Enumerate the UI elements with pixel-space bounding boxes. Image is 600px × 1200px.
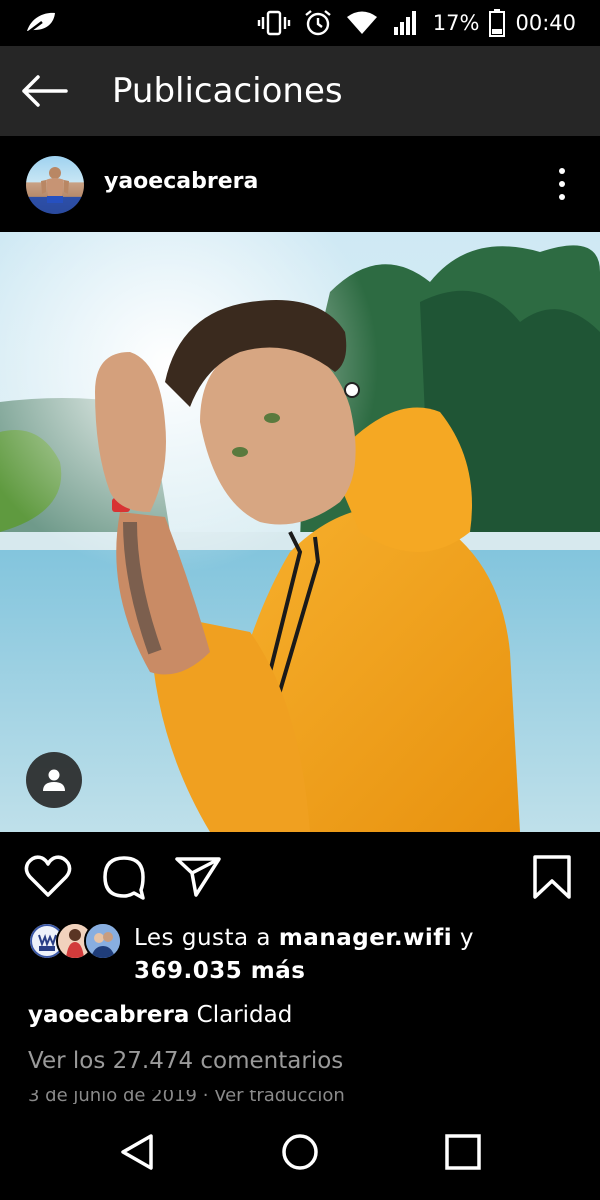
- send-icon: [175, 857, 221, 897]
- battery-percent: 17%: [432, 11, 480, 35]
- caption: yaoecabrera Claridad: [28, 998, 292, 1032]
- nav-recents-button[interactable]: [439, 1128, 487, 1176]
- avatar[interactable]: [26, 156, 84, 214]
- save-button[interactable]: [527, 852, 577, 902]
- leaf-icon: [25, 12, 55, 35]
- caption-username[interactable]: yaoecabrera: [28, 1002, 189, 1028]
- battery-icon: [489, 9, 506, 37]
- like-button[interactable]: [23, 852, 73, 902]
- more-options-button[interactable]: [552, 164, 572, 204]
- post-actions: [0, 834, 600, 920]
- square-recents-icon: [445, 1134, 481, 1170]
- more-vertical-icon: [559, 168, 565, 174]
- app-bar: Publicaciones: [0, 46, 600, 136]
- share-button[interactable]: [173, 852, 223, 902]
- person-icon: [43, 769, 65, 791]
- nav-back-button[interactable]: [113, 1128, 161, 1176]
- vibrate-icon: [257, 8, 291, 38]
- nav-home-button[interactable]: [276, 1128, 324, 1176]
- post-username[interactable]: yaoecabrera: [104, 166, 258, 198]
- system-nav-bar: [0, 1104, 600, 1200]
- post-date-row: 3 de junio de 2019 · Ver traducción: [28, 1090, 345, 1104]
- triangle-back-icon: [121, 1134, 153, 1170]
- post-header: yaoecabrera: [0, 136, 600, 232]
- clock: 00:40: [515, 11, 576, 35]
- view-comments-link[interactable]: Ver los 27.474 comentarios: [28, 1044, 343, 1078]
- post-date: 3 de junio de 2019: [28, 1090, 197, 1104]
- wifi-icon: [345, 8, 379, 38]
- likes-text: Les gusta a manager.wifi y 369.035 más: [134, 922, 574, 988]
- separator: ·: [196, 1090, 215, 1104]
- alarm-icon: [301, 8, 335, 38]
- liker-username[interactable]: manager.wifi: [279, 925, 452, 951]
- back-button[interactable]: [18, 68, 70, 114]
- likes-prefix: Les gusta a: [134, 925, 279, 951]
- comment-icon: [103, 856, 145, 900]
- circle-home-icon: [282, 1134, 318, 1170]
- post-photo[interactable]: [0, 232, 600, 832]
- status-icons: 17% 00:40: [257, 6, 576, 40]
- likes-connector: y: [452, 925, 475, 951]
- liker-avatars: [28, 922, 122, 962]
- comment-button[interactable]: [99, 852, 149, 902]
- avatar: [84, 922, 122, 960]
- tagged-people-button[interactable]: [26, 752, 82, 808]
- translate-link[interactable]: Ver traducción: [214, 1090, 345, 1104]
- page-title: Publicaciones: [112, 71, 343, 111]
- likes-count[interactable]: 369.035 más: [134, 958, 305, 984]
- bookmark-icon: [533, 855, 571, 899]
- likes-row[interactable]: Les gusta a manager.wifi y 369.035 más: [0, 918, 600, 990]
- caption-text: Claridad: [196, 1002, 293, 1028]
- signal-icon: [389, 8, 423, 38]
- heart-icon: [24, 855, 72, 897]
- arrow-left-icon: [22, 75, 68, 107]
- status-bar: 17% 00:40: [0, 0, 600, 46]
